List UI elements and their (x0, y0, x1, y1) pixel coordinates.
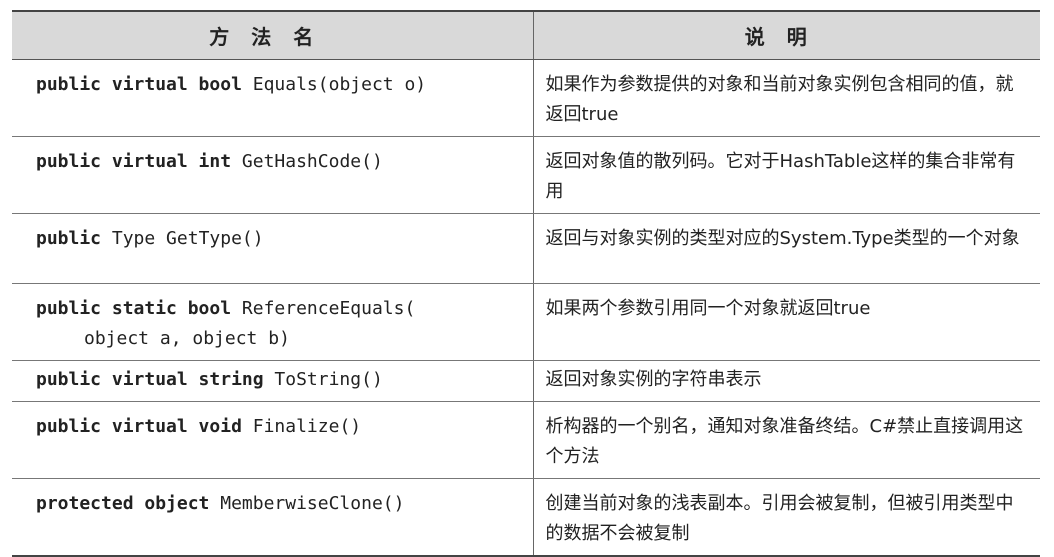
method-signature: public static bool ReferenceEquals( objec… (12, 283, 534, 361)
signature-continuation: object a, object b) (84, 327, 290, 349)
table-row: public virtual void Finalize() 析构器的一个别名，… (12, 401, 1040, 479)
signature-name: Finalize() (241, 415, 362, 437)
signature-modifiers: public (36, 227, 102, 249)
column-header-description: 说明 (533, 10, 1040, 60)
method-signature: public virtual void Finalize() (12, 401, 534, 479)
signature-modifiers: public virtual string (36, 368, 264, 390)
signature-modifiers: public static bool (36, 297, 232, 319)
method-description: 如果作为参数提供的对象和当前对象实例包含相同的值，就返回true (533, 59, 1040, 137)
signature-name: Equals(object o) (241, 73, 427, 95)
table-row: public static bool ReferenceEquals( objec… (12, 283, 1040, 361)
table-row: public Type GetType() 返回与对象实例的类型对应的Syste… (12, 213, 1040, 284)
signature-name: MemberwiseClone() (209, 492, 405, 514)
signature-modifiers: public virtual void (36, 415, 242, 437)
signature-name: ReferenceEquals( (231, 297, 416, 319)
method-description: 如果两个参数引用同一个对象就返回true (533, 283, 1040, 361)
method-description: 返回与对象实例的类型对应的System.Type类型的一个对象 (533, 213, 1040, 284)
method-signature: public Type GetType() (12, 213, 534, 284)
table-row: protected object MemberwiseClone() 创建当前对… (12, 478, 1040, 557)
signature-name: ToString() (263, 368, 383, 390)
signature-modifiers: protected object (36, 492, 210, 514)
signature-modifiers: public virtual int (36, 150, 232, 172)
method-description: 创建当前对象的浅表副本。引用会被复制，但被引用类型中的数据不会被复制 (533, 478, 1040, 557)
methods-table: 方法名 说明 public virtual bool Equals(object… (12, 10, 1040, 557)
table-row: public virtual string ToString() 返回对象实例的… (12, 360, 1040, 402)
method-description: 析构器的一个别名，通知对象准备终结。C#禁止直接调用这个方法 (533, 401, 1040, 479)
method-signature: protected object MemberwiseClone() (12, 478, 534, 557)
signature-name: GetHashCode() (231, 150, 383, 172)
method-signature: public virtual string ToString() (12, 360, 534, 402)
method-signature: public virtual bool Equals(object o) (12, 59, 534, 137)
signature-name: Type GetType() (101, 227, 264, 249)
method-description: 返回对象实例的字符串表示 (533, 360, 1040, 402)
table-row: public virtual int GetHashCode() 返回对象值的散… (12, 136, 1040, 214)
table-header-row: 方法名 说明 (12, 10, 1040, 60)
method-signature: public virtual int GetHashCode() (12, 136, 534, 214)
method-description: 返回对象值的散列码。它对于HashTable这样的集合非常有用 (533, 136, 1040, 214)
signature-modifiers: public virtual bool (36, 73, 242, 95)
column-header-method: 方法名 (12, 10, 534, 60)
table-row: public virtual bool Equals(object o) 如果作… (12, 59, 1040, 137)
